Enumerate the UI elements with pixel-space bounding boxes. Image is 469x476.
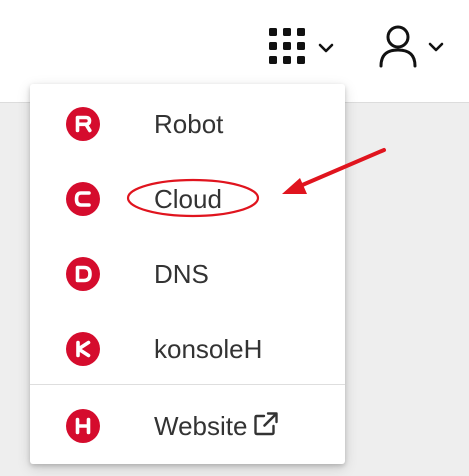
grid-icon bbox=[269, 28, 305, 64]
menu-item-label: Robot bbox=[154, 109, 224, 139]
website-logo-icon bbox=[66, 409, 100, 443]
menu-item-label: Cloud bbox=[154, 184, 222, 214]
website-label: Website bbox=[154, 411, 248, 441]
apps-menu-button[interactable] bbox=[262, 24, 342, 68]
apps-dropdown-menu: Robot Cloud DNS konsoleH Website bbox=[30, 84, 345, 464]
user-menu-button[interactable] bbox=[374, 22, 454, 70]
menu-item-konsoleh[interactable]: konsoleH bbox=[30, 319, 345, 379]
menu-item-label: konsoleH bbox=[154, 334, 263, 364]
menu-item-label: Website bbox=[154, 410, 279, 442]
robot-logo-icon bbox=[66, 107, 100, 141]
chevron-down-icon bbox=[428, 42, 444, 52]
menu-item-cloud[interactable]: Cloud bbox=[30, 169, 345, 229]
dns-logo-icon bbox=[66, 257, 100, 291]
konsoleh-logo-icon bbox=[66, 332, 100, 366]
external-link-icon bbox=[254, 412, 279, 436]
menu-item-dns[interactable]: DNS bbox=[30, 244, 345, 304]
menu-divider bbox=[30, 384, 345, 385]
menu-item-robot[interactable]: Robot bbox=[30, 94, 345, 154]
menu-item-website[interactable]: Website bbox=[30, 396, 345, 456]
chevron-down-icon bbox=[318, 43, 334, 53]
cloud-logo-icon bbox=[66, 182, 100, 216]
menu-item-label: DNS bbox=[154, 259, 209, 289]
user-icon bbox=[379, 25, 417, 68]
